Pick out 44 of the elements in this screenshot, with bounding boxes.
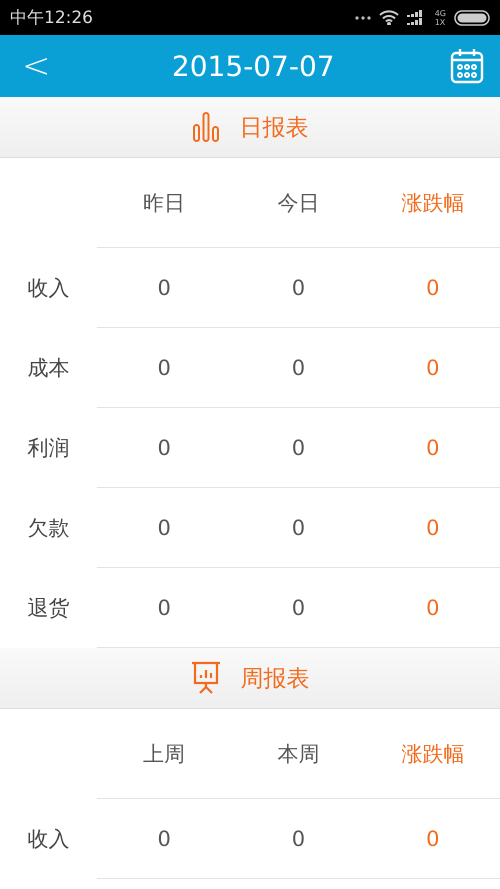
table-cell: 0 (157, 826, 171, 850)
table-cell: 0 (292, 436, 306, 460)
table-cell: 0 (157, 436, 171, 460)
bar-chart-icon (192, 111, 220, 143)
section-title: 日报表 (240, 114, 308, 142)
table-cell: 0 (426, 516, 440, 540)
table-cell: 0 (426, 596, 440, 620)
table-cell: 0 (157, 516, 171, 540)
table-cell: 0 (292, 826, 306, 850)
table-cell: 0 (157, 356, 171, 380)
battery-icon (454, 10, 490, 26)
table-cell: 0 (426, 276, 440, 300)
column-header: 今日 (277, 190, 320, 216)
table-cell: 0 (426, 356, 440, 380)
date-title: 2015-07-07 (172, 50, 335, 82)
row-label: 成本 (26, 355, 70, 382)
wifi-icon (378, 10, 399, 25)
column-header: 本周 (277, 740, 320, 768)
calendar-button[interactable] (450, 48, 484, 84)
table-cell: 0 (426, 436, 440, 460)
row-label: 退货 (26, 595, 70, 622)
presentation-board-icon (190, 661, 220, 695)
table-cell: 0 (292, 596, 306, 620)
section-title: 周报表 (240, 664, 310, 694)
network-type: 4G (434, 8, 446, 18)
row-label: 收入 (26, 826, 70, 853)
table-cell: 0 (292, 276, 306, 300)
column-header: 昨日 (143, 190, 186, 216)
table-cell: 0 (426, 826, 440, 850)
table-cell: 0 (157, 596, 171, 620)
row-label: 利润 (26, 435, 70, 462)
back-button[interactable]: < (16, 46, 56, 86)
table-cell: 0 (157, 276, 171, 300)
network-type: 1X (434, 18, 446, 26)
row-label: 欠款 (26, 515, 70, 542)
table-cell: 0 (292, 356, 306, 380)
column-header: 涨跌幅 (401, 740, 464, 768)
row-label: 收入 (26, 275, 70, 302)
status-time: 中午12:26 (10, 7, 94, 29)
more-dots-icon (354, 16, 371, 20)
calendar-icon (450, 48, 484, 84)
column-header: 上周 (143, 740, 186, 768)
column-header: 涨跌幅 (401, 190, 464, 216)
table-cell: 0 (292, 516, 306, 540)
